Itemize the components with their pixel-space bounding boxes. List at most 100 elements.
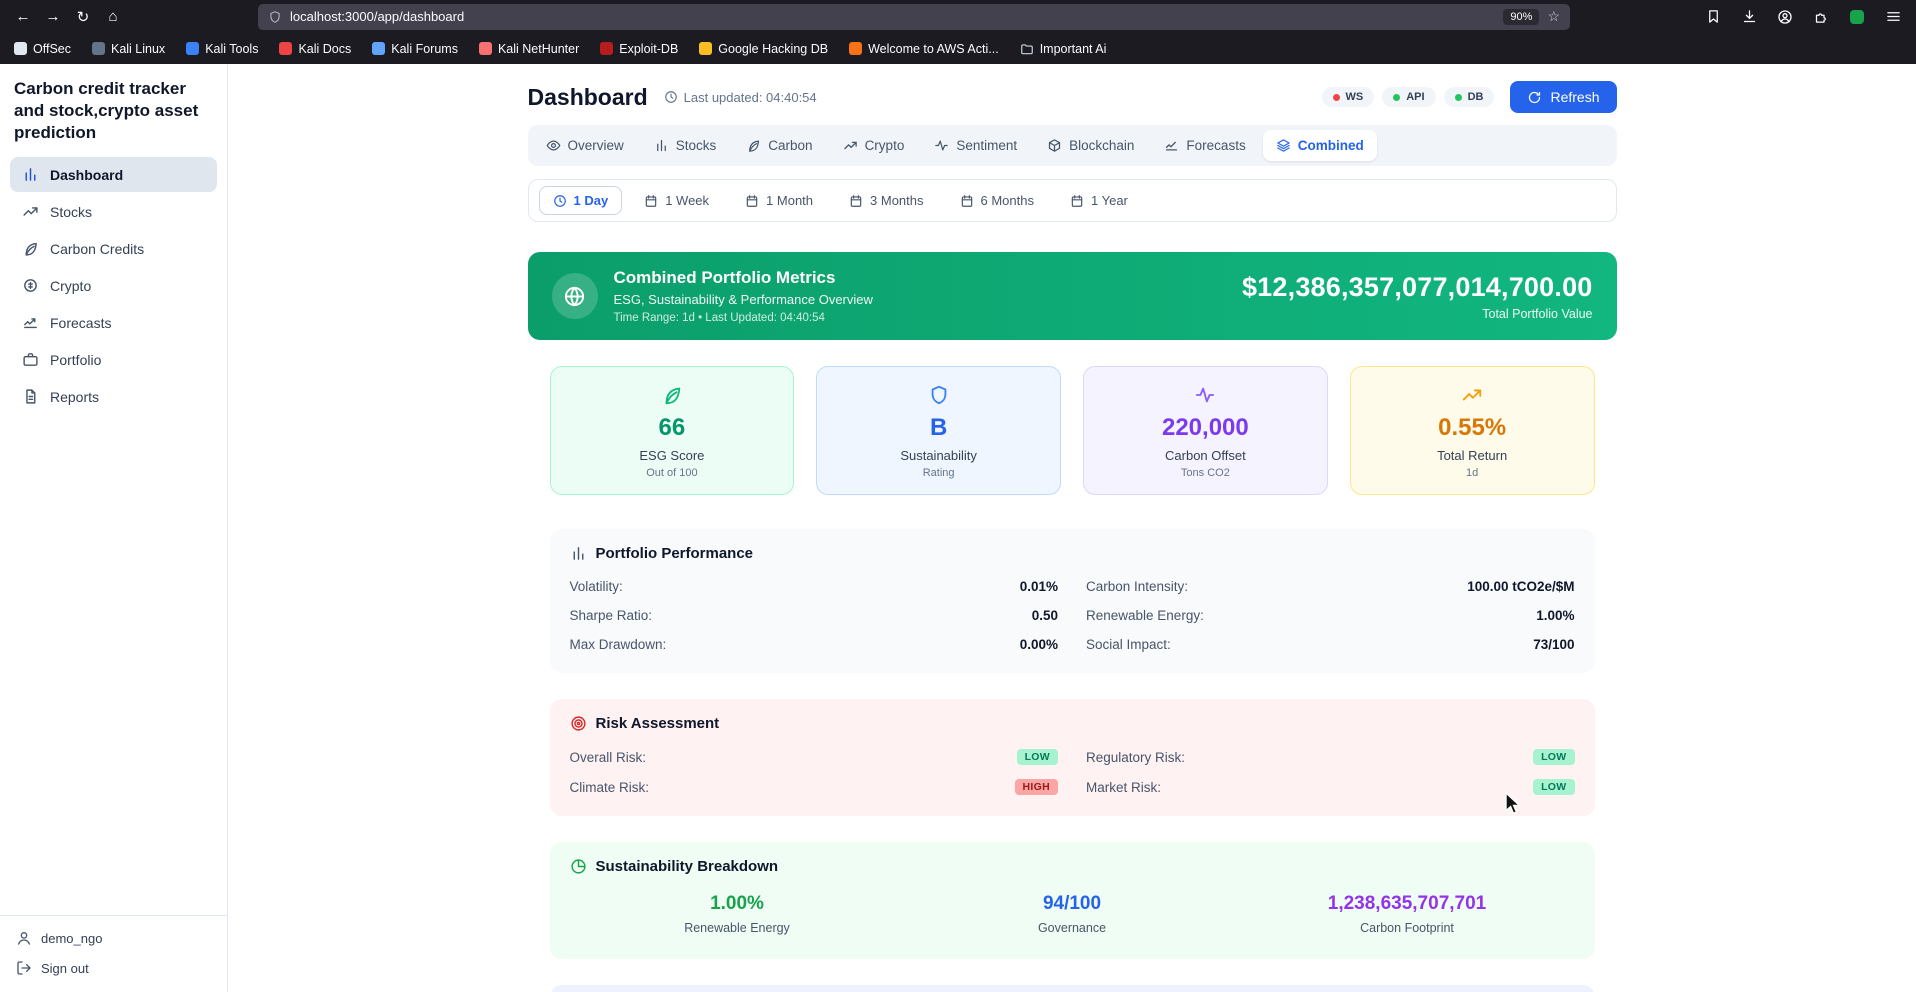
- total-portfolio-value: $12,386,357,077,014,700.00: [1241, 271, 1593, 302]
- sidebar-item-forecasts[interactable]: Forecasts: [10, 305, 217, 340]
- status-dot: [1393, 93, 1401, 101]
- cube-icon: [1049, 139, 1061, 152]
- range-1-week[interactable]: 1 Week: [630, 186, 723, 215]
- status-badge-ws: WS: [1321, 87, 1375, 107]
- tab-stocks[interactable]: Stocks: [641, 130, 730, 161]
- calendar-icon: [850, 194, 862, 207]
- range-6-months[interactable]: 6 Months: [946, 186, 1048, 215]
- tab-blockchain[interactable]: Blockchain: [1034, 130, 1147, 161]
- bookmark-item[interactable]: Kali Tools: [186, 42, 258, 56]
- metric-row: Volatility: 0.01%: [569, 579, 1059, 594]
- bookmark-item[interactable]: Google Hacking DB: [699, 42, 828, 56]
- risk-row: Overall Risk: LOW: [570, 742, 1058, 772]
- reload-button[interactable]: ↻: [68, 4, 98, 30]
- metric-card-carbon-offset: 220,000 Carbon Offset Tons CO2: [1083, 366, 1328, 495]
- favicon: [478, 42, 492, 55]
- sign-out-button[interactable]: Sign out: [16, 960, 211, 976]
- forward-button[interactable]: →: [38, 4, 68, 30]
- status-badge-api: API: [1382, 87, 1436, 107]
- status-badge-db: DB: [1443, 87, 1495, 107]
- bookmark-folder[interactable]: Important Ai: [1020, 42, 1106, 56]
- trending-up-icon: [1462, 389, 1482, 401]
- extension-icon-green[interactable]: [1842, 4, 1872, 30]
- bookmark-item[interactable]: Welcome to AWS Acti...: [849, 42, 999, 56]
- bookmark-item[interactable]: Kali Forums: [372, 42, 458, 56]
- sidebar-item-crypto[interactable]: Crypto: [10, 268, 217, 303]
- leaf-icon: [749, 140, 760, 152]
- sidebar-footer: demo_ngo Sign out: [0, 915, 227, 992]
- favicon: [279, 42, 293, 55]
- calendar-icon: [746, 194, 758, 207]
- downloads-icon[interactable]: [1734, 4, 1764, 30]
- status-dot: [1454, 93, 1462, 101]
- favicon: [372, 42, 386, 55]
- save-to-pocket-icon[interactable]: [1698, 4, 1728, 30]
- range-1-month[interactable]: 1 Month: [731, 186, 827, 215]
- layers-icon: [1276, 139, 1290, 152]
- refresh-button[interactable]: Refresh: [1510, 81, 1617, 113]
- bookmark-item[interactable]: Kali Linux: [91, 42, 165, 56]
- document-icon: [26, 389, 36, 404]
- username: demo_ngo: [41, 930, 103, 946]
- metric-card-esg-score: 66 ESG Score Out of 100: [549, 366, 795, 495]
- shield-icon[interactable]: [268, 10, 282, 24]
- bookmark-item[interactable]: OffSec: [14, 42, 71, 56]
- tab-crypto[interactable]: Crypto: [830, 130, 918, 161]
- page-title: Dashboard: [527, 83, 648, 110]
- tab-combined[interactable]: Combined: [1262, 130, 1377, 161]
- url-text: localhost:3000/app/dashboard: [290, 9, 465, 24]
- forecast-chart-icon: [24, 318, 37, 329]
- bookmark-item[interactable]: Kali Docs: [279, 42, 351, 56]
- coin-icon: [24, 279, 37, 293]
- extensions-icon[interactable]: [1806, 4, 1836, 30]
- tab-overview[interactable]: Overview: [533, 130, 637, 161]
- last-updated: Last updated: 04:40:54: [664, 90, 817, 105]
- favicon: [14, 42, 27, 55]
- metric-row: Sharpe Ratio: 0.50: [569, 608, 1059, 623]
- bookmark-star-icon[interactable]: ☆: [1547, 8, 1560, 25]
- browser-chrome: ← → ↻ ⌂ localhost:3000/app/dashboard 90%…: [0, 0, 1916, 64]
- sidebar-item-carbon-credits[interactable]: Carbon Credits: [10, 231, 217, 266]
- folder-icon: [1020, 42, 1034, 56]
- risk-badge: LOW: [1016, 749, 1058, 765]
- total-portfolio-value-label: Total Portfolio Value: [1482, 306, 1593, 321]
- trending-up-icon: [843, 141, 857, 150]
- risk-row: Regulatory Risk: LOW: [1086, 742, 1575, 772]
- user-icon: [18, 932, 30, 945]
- shield-icon: [931, 385, 946, 405]
- tab-sentiment[interactable]: Sentiment: [921, 130, 1030, 161]
- bookmark-item[interactable]: Exploit-DB: [600, 42, 678, 56]
- sidebar-nav: Dashboard Stocks Carbon Credits Crypto F…: [0, 157, 227, 414]
- metric-row: Renewable Energy: 1.00%: [1086, 608, 1575, 623]
- risk-badge: LOW: [1533, 779, 1575, 795]
- bookmarks-bar: OffSec Kali Linux Kali Tools Kali Docs K…: [0, 33, 1916, 64]
- target-icon: [570, 715, 587, 732]
- range-1-day[interactable]: 1 Day: [538, 186, 623, 215]
- favicon: [699, 42, 713, 55]
- risk-badge: HIGH: [1014, 779, 1058, 795]
- home-button[interactable]: ⌂: [98, 4, 128, 30]
- range-1-year[interactable]: 1 Year: [1056, 186, 1142, 215]
- url-bar[interactable]: localhost:3000/app/dashboard 90% ☆: [258, 3, 1570, 30]
- bookmark-item[interactable]: Kali NetHunter: [478, 42, 579, 56]
- sidebar-item-portfolio[interactable]: Portfolio: [10, 342, 217, 377]
- sidebar-item-dashboard[interactable]: Dashboard: [10, 157, 217, 193]
- sidebar: Carbon credit tracker and stock,crypto a…: [0, 64, 228, 992]
- account-icon[interactable]: [1770, 4, 1800, 30]
- portfolio-performance-section: Portfolio Performance Volatility: 0.01% C…: [549, 529, 1595, 673]
- dashboard-icon: [25, 168, 36, 182]
- logout-icon: [17, 961, 31, 975]
- zoom-level-indicator[interactable]: 90%: [1503, 8, 1540, 25]
- tab-carbon[interactable]: Carbon: [733, 130, 825, 161]
- calendar-icon: [961, 194, 972, 207]
- ai-model-comparison-section: AI Model Performance Comparison: [549, 985, 1595, 992]
- menu-hamburger-icon[interactable]: [1878, 4, 1908, 30]
- sidebar-item-reports[interactable]: Reports: [10, 379, 217, 414]
- back-button[interactable]: ←: [8, 4, 38, 30]
- range-3-months[interactable]: 3 Months: [835, 186, 937, 215]
- tab-forecasts[interactable]: Forecasts: [1151, 130, 1258, 161]
- globe-icon: [551, 273, 598, 319]
- sidebar-item-stocks[interactable]: Stocks: [10, 194, 217, 229]
- calendar-icon: [1071, 194, 1083, 207]
- app-title: Carbon credit tracker and stock,crypto a…: [14, 79, 199, 142]
